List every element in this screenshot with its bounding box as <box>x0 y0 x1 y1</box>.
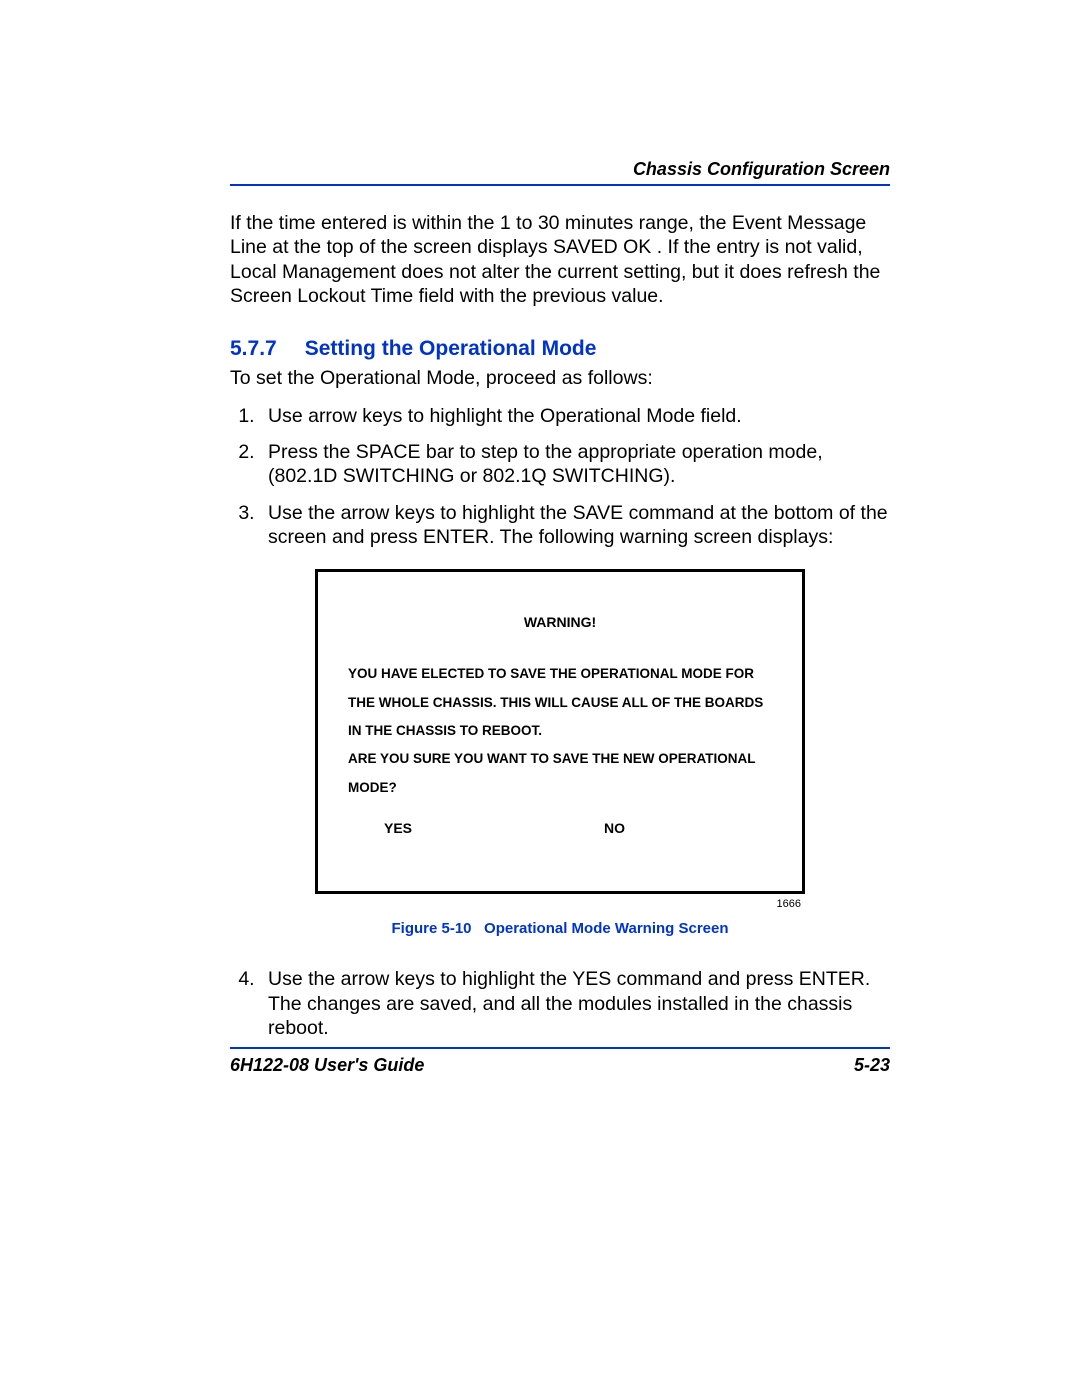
procedure-list: Use arrow keys to highlight the Operatio… <box>230 404 890 550</box>
section-heading: 5.7.7 Setting the Operational Mode <box>230 337 890 361</box>
section-number: 5.7.7 <box>230 337 277 361</box>
warning-options: YES NO <box>348 820 772 836</box>
figure-label: Figure 5-10 <box>391 920 471 937</box>
section-title: Setting the Operational Mode <box>305 337 597 360</box>
list-item: Use the arrow keys to highlight the SAVE… <box>260 501 890 550</box>
running-header: Chassis Configuration Screen <box>230 159 890 186</box>
figure-caption-text: Operational Mode Warning Screen <box>484 920 728 937</box>
figure-caption: Figure 5-10 Operational Mode Warning Scr… <box>230 920 890 937</box>
procedure-list-continued: Use the arrow keys to highlight the YES … <box>230 967 890 1040</box>
page-content: Chassis Configuration Screen If the time… <box>230 159 890 1041</box>
warning-question: ARE YOU SURE YOU WANT TO SAVE THE NEW OP… <box>348 745 772 802</box>
warning-option-no: NO <box>604 820 625 836</box>
page-footer: 6H122-08 User's Guide 5-23 <box>230 1047 890 1076</box>
footer-page-number: 5-23 <box>854 1055 890 1076</box>
figure-small-id: 1666 <box>315 898 805 910</box>
list-item: Use arrow keys to highlight the Operatio… <box>260 404 890 428</box>
footer-doc-title: 6H122-08 User's Guide <box>230 1055 424 1076</box>
warning-heading: WARNING! <box>348 614 772 630</box>
intro-paragraph: If the time entered is within the 1 to 3… <box>230 211 890 309</box>
warning-option-yes: YES <box>384 820 604 836</box>
list-item: Press the SPACE bar to step to the appro… <box>260 440 890 489</box>
list-item: Use the arrow keys to highlight the YES … <box>260 967 890 1040</box>
warning-screen-figure: WARNING! YOU HAVE ELECTED TO SAVE THE OP… <box>315 569 805 894</box>
warning-body: YOU HAVE ELECTED TO SAVE THE OPERATIONAL… <box>348 660 772 745</box>
section-intro: To set the Operational Mode, proceed as … <box>230 367 890 390</box>
